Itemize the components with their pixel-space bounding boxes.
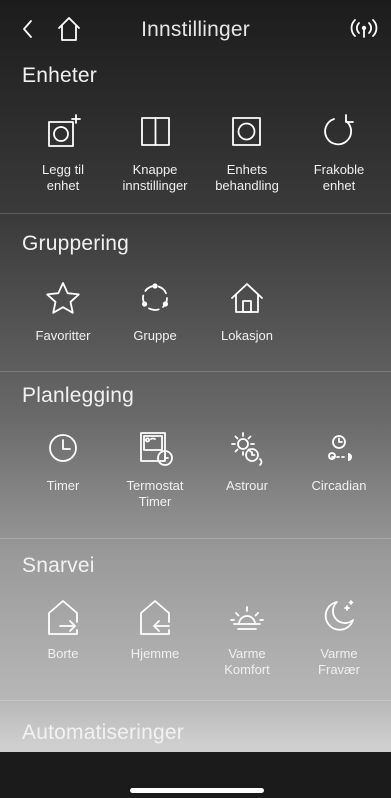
- item-label: Timer: [46, 478, 80, 493]
- divider: [0, 700, 391, 701]
- item-label: Enhets behandling: [215, 162, 279, 193]
- item-label: Termostat Timer: [126, 478, 184, 509]
- disconnect-icon: [324, 114, 354, 146]
- device-management-icon: [232, 117, 261, 146]
- section-title-planlegging: Planlegging: [22, 384, 134, 407]
- item-circadian[interactable]: Circadian: [293, 428, 385, 494]
- arrive-home-icon: [140, 600, 170, 635]
- item-label: Hjemme: [130, 646, 180, 661]
- item-label: Varme Komfort: [224, 646, 270, 677]
- circadian-icon: [328, 435, 352, 461]
- star-icon: [46, 282, 80, 314]
- sunrise-icon: [230, 606, 264, 630]
- item-label: Gruppe: [133, 328, 177, 343]
- top-bar: Innstillinger: [0, 0, 391, 58]
- signal-button[interactable]: [347, 18, 381, 40]
- item-add-device[interactable]: Legg til enhet: [17, 112, 109, 194]
- item-label: Lokasjon: [220, 328, 274, 343]
- item-location[interactable]: Lokasjon: [201, 278, 293, 344]
- item-label: Favoritter: [35, 328, 91, 343]
- clock-icon: [49, 434, 77, 462]
- item-astro[interactable]: Astrour: [201, 428, 293, 494]
- item-disconnect[interactable]: Frakoble enhet: [293, 112, 385, 194]
- home-indicator[interactable]: [130, 788, 264, 793]
- house-icon: [231, 283, 263, 313]
- moon-icon: [324, 600, 354, 631]
- item-heat-comfort[interactable]: Varme Komfort: [201, 596, 293, 678]
- item-label: Circadian: [311, 478, 367, 493]
- item-label: Borte: [47, 646, 79, 661]
- item-timer[interactable]: Timer: [17, 428, 109, 494]
- item-label: Legg til enhet: [42, 162, 84, 193]
- divider: [0, 371, 391, 372]
- button-settings-icon: [141, 117, 170, 146]
- item-label: Varme Fravær: [318, 646, 360, 677]
- item-heat-absence[interactable]: Varme Fravær: [293, 596, 385, 678]
- item-home[interactable]: Hjemme: [109, 596, 201, 662]
- item-device-management[interactable]: Enhets behandling: [201, 112, 293, 194]
- item-group[interactable]: Gruppe: [109, 278, 201, 344]
- add-device-icon: [48, 114, 81, 147]
- item-thermostat-timer[interactable]: Termostat Timer: [109, 428, 201, 510]
- thermostat-timer-icon: [140, 432, 173, 466]
- item-away[interactable]: Borte: [17, 596, 109, 662]
- item-label: Frakoble enhet: [313, 162, 365, 193]
- astro-icon: [231, 432, 263, 466]
- divider: [0, 538, 391, 539]
- section-title-automatiseringer: Automatiseringer: [22, 721, 184, 744]
- wireless-signal-icon: [350, 19, 378, 38]
- item-label: Knappe innstillinger: [122, 162, 188, 193]
- section-title-snarvei: Snarvei: [22, 554, 95, 577]
- group-icon: [142, 283, 168, 311]
- page-title: Innstillinger: [141, 18, 250, 41]
- section-title-gruppering: Gruppering: [22, 232, 130, 255]
- section-title-enheter: Enheter: [22, 64, 97, 87]
- item-label: Astrour: [226, 478, 268, 493]
- item-favorites[interactable]: Favoritter: [17, 278, 109, 344]
- divider: [0, 213, 391, 214]
- leave-home-icon: [48, 600, 78, 635]
- settings-screen: Innstillinger Enheter Legg til enhet Kna: [0, 0, 391, 798]
- item-button-settings[interactable]: Knappe innstillinger: [109, 112, 201, 194]
